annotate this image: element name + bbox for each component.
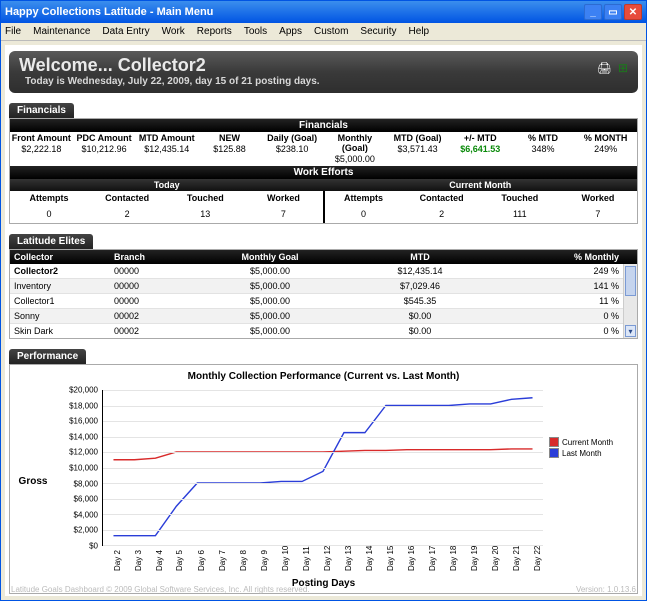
legend-swatch-current	[549, 437, 559, 447]
scrollbar-down-icon[interactable]: ▾	[625, 325, 636, 337]
elites-body[interactable]: ▾ Collector200000$5,000.00$12,435.14249 …	[10, 264, 637, 338]
scrollbar-thumb[interactable]	[625, 266, 636, 296]
menu-maintenance[interactable]: Maintenance	[33, 26, 90, 37]
menu-work[interactable]: Work	[162, 26, 185, 37]
menu-tools[interactable]: Tools	[244, 26, 267, 37]
menu-file[interactable]: File	[5, 26, 21, 37]
menu-help[interactable]: Help	[409, 26, 430, 37]
menu-custom[interactable]: Custom	[314, 26, 348, 37]
financials-heading: Financials	[10, 119, 637, 132]
welcome-subtitle: Today is Wednesday, July 22, 2009, day 1…	[25, 76, 628, 87]
elites-tag: Latitude Elites	[9, 234, 93, 249]
print-icon[interactable]: 🖨	[597, 61, 612, 75]
menu-security[interactable]: Security	[360, 26, 396, 37]
chart-area: $0$2,000$4,000$6,000$8,000$10,000$12,000…	[52, 386, 633, 576]
window-title: Happy Collections Latitude - Main Menu	[5, 6, 582, 18]
welcome-banner: Welcome... Collector2 Today is Wednesday…	[9, 51, 638, 93]
title-bar[interactable]: Happy Collections Latitude - Main Menu _…	[1, 1, 646, 23]
close-button[interactable]: ✕	[624, 4, 642, 20]
maximize-button[interactable]: ▭	[604, 4, 622, 20]
menu-data-entry[interactable]: Data Entry	[102, 26, 149, 37]
app-window: Happy Collections Latitude - Main Menu _…	[0, 0, 647, 601]
y-axis-label: Gross	[14, 386, 52, 576]
financials-tag: Financials	[9, 103, 74, 118]
table-row[interactable]: Inventory00000$5,000.00$7,029.46141 %	[10, 279, 637, 294]
work-efforts-subhead: Today Current Month	[10, 179, 637, 191]
elites-scrollbar[interactable]: ▾	[623, 264, 637, 338]
plot-area	[102, 390, 543, 546]
table-row[interactable]: Skin Dark00002$5,000.00$0.000 %	[10, 324, 637, 338]
menu-reports[interactable]: Reports	[197, 26, 232, 37]
elites-header-row: Collector Branch Monthly Goal MTD % Mont…	[10, 250, 637, 264]
content-area: Welcome... Collector2 Today is Wednesday…	[5, 45, 642, 596]
financials-headers: Front Amount$2,222.18 PDC Amount$10,212.…	[10, 132, 637, 166]
menu-apps[interactable]: Apps	[279, 26, 302, 37]
minimize-button[interactable]: _	[584, 4, 602, 20]
footer: Latitude Goals Dashboard © 2009 Global S…	[11, 585, 636, 594]
legend-swatch-last	[549, 448, 559, 458]
excel-icon[interactable]: ⊞	[618, 61, 628, 75]
chart-title: Monthly Collection Performance (Current …	[14, 371, 633, 382]
performance-tag: Performance	[9, 349, 86, 364]
performance-panel: Monthly Collection Performance (Current …	[9, 364, 638, 594]
financials-panel: Financials Front Amount$2,222.18 PDC Amo…	[9, 118, 638, 224]
elites-panel: Collector Branch Monthly Goal MTD % Mont…	[9, 249, 638, 339]
welcome-title: Welcome... Collector2	[19, 55, 628, 76]
menu-bar: File Maintenance Data Entry Work Reports…	[1, 23, 646, 41]
work-efforts-heading: Work Efforts	[10, 166, 637, 179]
chart-legend: Current Month Last Month	[549, 436, 633, 459]
table-row[interactable]: Collector200000$5,000.00$12,435.14249 %	[10, 264, 637, 279]
table-row[interactable]: Collector100000$5,000.00$545.3511 %	[10, 294, 637, 309]
table-row[interactable]: Sonny00002$5,000.00$0.000 %	[10, 309, 637, 324]
